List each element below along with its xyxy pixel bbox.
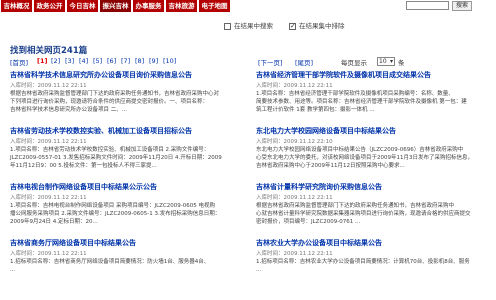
result-item: 吉林省计量科学研究院询价采购信息公告 入库时间：2009.11.12 22:11… <box>256 183 486 226</box>
result-abstract-line: 心受东北电力大学的委托，对该校网络设备项目于2009年11月3日发布了采购招标信… <box>256 155 473 161</box>
result-abstract-line: 密封报价，项目编号：JLZC2009-0761 ... <box>256 219 361 225</box>
result-title-link[interactable]: 吉林省商务厅网络设备项目中标结果公告 <box>10 239 240 248</box>
pager-page-3[interactable]: [3] <box>65 57 74 65</box>
result-item: 东北电力大学校园网络设备项目中标结果公告 入库时间：2009.11.12 22:… <box>256 127 486 170</box>
pager-next[interactable]: [下一页] <box>258 57 283 67</box>
result-abstract-line: 2009年9月24日 4.定标日期：20... <box>10 219 98 225</box>
exclude-results-label: 在结果集中排除 <box>299 22 345 30</box>
nav-tab-jilin-overview[interactable]: 吉林概况 <box>1 0 32 12</box>
result-abstract-line: 1.招标项目名称：吉林农业大学办公设备项目简要情况：计算机70台、投影机8台、服… <box>256 259 470 265</box>
result-title-link[interactable]: 吉林电视台制作网络设备项目中标结果公示公告 <box>10 183 240 192</box>
result-time: 入库时间：2009.11.12 22:11 <box>10 251 87 257</box>
result-time: 入库时间：2009.11.12 22:11 <box>256 195 333 201</box>
nav-tab-jilin-today[interactable]: 今日吉林 <box>67 0 98 12</box>
pager-page-7[interactable]: [7] <box>121 57 130 65</box>
per-page-select[interactable]: 10 <box>377 57 395 66</box>
nav-tab-government-affairs[interactable]: 政务公开 <box>34 0 65 12</box>
pager-page-5[interactable]: [5] <box>93 57 102 65</box>
search-within-label: 在结果中搜索 <box>234 22 273 30</box>
nav-tab-tourism[interactable]: 吉林旅游 <box>166 0 197 12</box>
result-abstract-line: 吉林省政府采购中心于2009年11月12日按照采购中心要求... <box>256 163 405 169</box>
result-abstract-line: JLZC2009-0557-01 3.发售招标采购文件时间：2009年11月20… <box>10 155 222 161</box>
per-page-value: 10 <box>379 58 387 65</box>
result-item: 吉林省劳动技术学校数控实验、机械加工设备项目招标公告 入库时间：2009.11.… <box>10 127 240 170</box>
result-abstract-line: ... <box>256 267 262 273</box>
result-abstract-line: ... <box>10 267 16 273</box>
result-title-link[interactable]: 吉林省经济管理干部学院软件及摄像机项目成交结果公告 <box>256 71 486 80</box>
top-nav: 吉林概况 政务公开 今日吉林 振兴吉林 办事服务 吉林旅游 电子地图 搜索 <box>0 0 496 12</box>
search-input[interactable] <box>406 1 449 10</box>
search-button[interactable]: 搜索 <box>452 1 472 11</box>
result-time: 入库时间：2009.11.12 22:11 <box>10 83 87 89</box>
result-item: 吉林电视台制作网络设备项目中标结果公示公告 入库时间：2009.11.12 22… <box>10 183 240 226</box>
results-count-title: 找到相关网页241篇 <box>10 46 88 56</box>
pager-page-8[interactable]: [8] <box>135 57 144 65</box>
result-abstract-line: 简要技术参数、用途等。项目名称：吉林省经济管理干部学院软件及摄像机 第一包：建 <box>256 99 467 105</box>
result-abstract-line: 下列项目进行询价采购，现邀请符合条件的供应商提交密封报价。一、项目名称： <box>10 99 209 105</box>
result-time: 入库时间：2009.11.12 22:11 <box>256 83 333 89</box>
result-title-link[interactable]: 吉林省劳动技术学校数控实验、机械加工设备项目招标公告 <box>10 127 240 136</box>
per-page-label: 每页显示 <box>341 59 367 67</box>
search-options: 在结果中搜索 在结果集中排除 <box>0 22 496 34</box>
pager-page-4[interactable]: [4] <box>79 57 88 65</box>
result-time: 入库时间：2009.11.12 22:10 <box>256 139 333 145</box>
result-abstract-line: 播公网服务采购项目 2.采购文件编号：JLZC2009-0605-1 3.发布招… <box>10 211 221 217</box>
result-abstract-line: 根据吉林省政府采购监督管理部门下达的政府采购任务通知书，吉林省政府采购中 <box>256 203 455 209</box>
result-item: 吉林省科学技术信息研究所办公设备项目询价采购信息公告 入库时间：2009.11.… <box>10 71 240 114</box>
result-time: 入库时间：2009.11.12 22:11 <box>10 139 87 145</box>
nav-tab-revitalize-jilin[interactable]: 振兴吉林 <box>100 0 131 12</box>
result-abstract-line: 吉林省科学技术信息研究所办公设备项目 二、... <box>10 107 127 113</box>
result-time: 入库时间：2009.11.12 22:11 <box>10 195 87 201</box>
result-abstract-line: 年11月12日9：00 5.投标文件：第一包投标人不得三家提... <box>10 163 157 169</box>
result-item: 吉林省经济管理干部学院软件及摄像机项目成交结果公告 入库时间：2009.11.1… <box>256 71 486 114</box>
result-title-link[interactable]: 吉林省计量科学研究院询价采购信息公告 <box>256 183 486 192</box>
result-time: 入库时间：2009.11.12 22:11 <box>256 251 333 257</box>
pager-page-9[interactable]: [9] <box>149 57 158 65</box>
result-abstract-line: 1.招标项目名称：吉林省商务厅网络设备项目简要情况：防火墙1台、服务器4台、 <box>10 259 210 265</box>
pager-page-10[interactable]: [10] <box>163 57 176 65</box>
pager-first[interactable]: [首页] <box>10 57 28 67</box>
result-abstract-line: 东北电力大学校园网络设备项目中标结果公告（JLZC2009-0696）吉林省政府… <box>256 147 464 153</box>
pager-page-6[interactable]: [6] <box>107 57 116 65</box>
per-page-unit: 条 <box>398 59 405 67</box>
result-item: 吉林省商务厅网络设备项目中标结果公告 入库时间：2009.11.12 22:11… <box>10 239 240 274</box>
result-abstract-line: 心就吉林省计量科学研究院数据采集器采购项目进行询价采购，现邀请合格的供应商提交 <box>256 211 471 217</box>
pager-page-1[interactable]: [1] <box>37 57 47 65</box>
result-title-link[interactable]: 吉林省科学技术信息研究所办公设备项目询价采购信息公告 <box>10 71 240 80</box>
nav-tab-services[interactable]: 办事服务 <box>133 0 164 12</box>
result-abstract-line: 根据吉林省政府采购监督管理部门下达的政府采购任务通知书，吉林省政府采购中心对 <box>10 91 220 97</box>
result-abstract-line: 1.项目名称：吉林省劳动技术学校数控实验、机械加工设备项目 2.采购文件编号： <box>10 147 210 153</box>
exclude-results-checkbox[interactable] <box>289 22 296 30</box>
nav-tab-electronic-map[interactable]: 电子地图 <box>199 0 230 12</box>
result-item: 吉林农业大学办公设备项目中标结果公告 入库时间：2009.11.12 22:11… <box>256 239 486 274</box>
result-abstract-line: 1.项目名称：吉林省经济管理干部学院软件及摄像机项目采购编号：名称、数量、 <box>256 91 454 97</box>
result-title-link[interactable]: 东北电力大学校园网络设备项目中标结果公告 <box>256 127 486 136</box>
result-abstract-line: 1.项目名称：吉林电视台制作网络设备项目 采购项目编号：JLZC2009-060… <box>10 203 216 209</box>
search-within-checkbox[interactable] <box>224 23 231 30</box>
result-abstract-line: 筑工程计价软件 1套 教学第四包：摄影一体机 ... <box>256 107 375 113</box>
pager-page-2[interactable]: [2] <box>51 57 60 65</box>
result-title-link[interactable]: 吉林农业大学办公设备项目中标结果公告 <box>256 239 486 248</box>
pager-last[interactable]: [尾页] <box>295 57 313 67</box>
